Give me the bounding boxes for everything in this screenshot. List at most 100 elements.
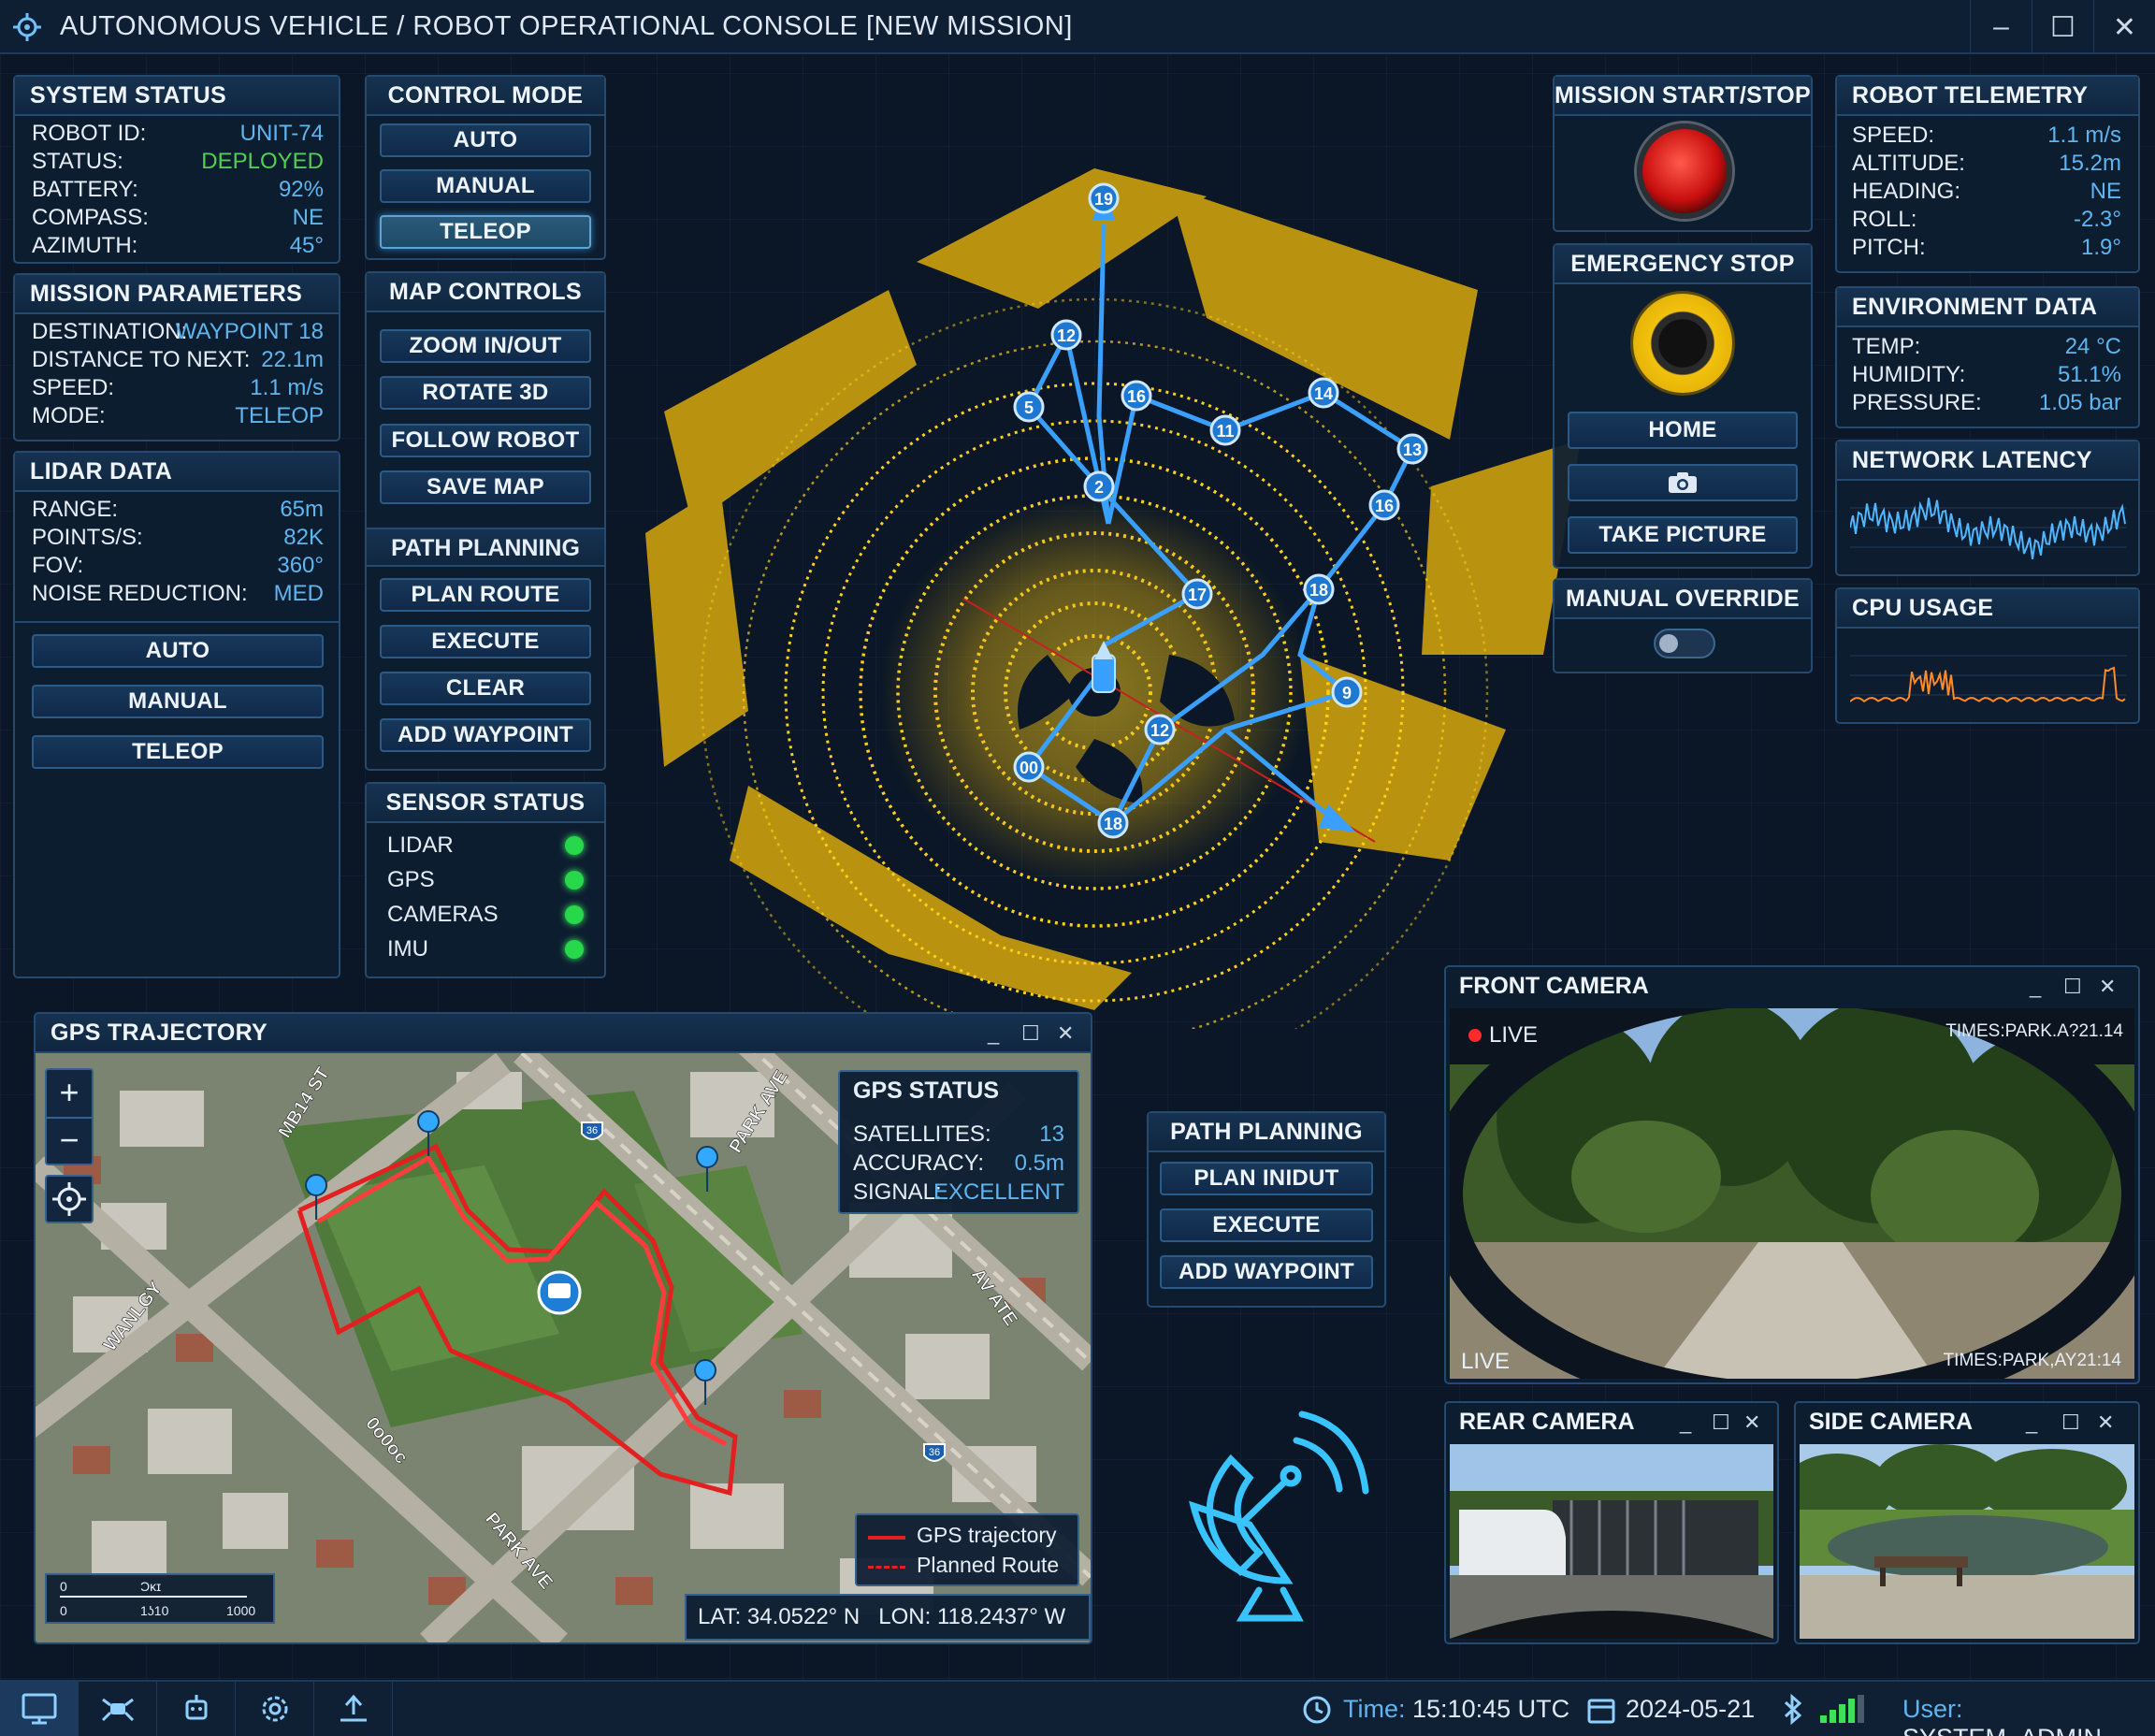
taskbar-settings-icon[interactable] [236,1682,314,1736]
minimize-icon[interactable]: _ [988,1014,999,1053]
mode-auto-button[interactable]: AUTO [380,123,591,157]
minimize-icon[interactable]: _ [2026,1403,2037,1442]
save-map-button[interactable]: SAVE MAP [380,470,591,504]
minimize-icon[interactable]: _ [2030,967,2041,1006]
environment-list: TEMP: 24 °C HUMIDITY: 51.1% PRESSURE: 1.05 … [1852,333,2121,419]
live-badge: LIVE [1461,1020,1548,1051]
waypoint-badge[interactable]: 5 [1013,391,1045,423]
locate-icon[interactable] [45,1175,94,1223]
kv-key: COMPASS: [32,205,149,230]
time-value: 15:10:45 UTC [1412,1695,1570,1723]
add-waypoint-button-2[interactable]: ADD WAYPOINT [1160,1255,1373,1289]
maximize-icon[interactable]: ☐ [2032,0,2093,54]
kv-key: FOV: [32,553,84,578]
waypoint-badge[interactable]: 12 [1144,714,1176,745]
scale-label: 0 [60,1579,67,1594]
waypoint-badge[interactable]: 18 [1303,573,1335,605]
close-icon[interactable]: ✕ [1057,1014,1074,1053]
front-camera-feed[interactable] [1450,1008,2134,1379]
scale-bar [60,1596,247,1598]
taskbar-upload-icon[interactable] [314,1682,393,1736]
waypoint-badge[interactable]: 11 [1209,414,1241,446]
front-camera-panel: FRONT CAMERA _ ☐ ✕ LIVE TIMES:PARK.A?21.… [1444,965,2140,1384]
close-icon[interactable]: ✕ [2093,0,2155,54]
close-icon[interactable]: ✕ [2099,967,2116,1006]
clock-icon [1303,1696,1331,1724]
emergency-stop-button[interactable] [1633,294,1732,393]
waypoint-badge[interactable]: 13 [1396,433,1428,465]
zoom-in-icon[interactable]: + [47,1070,92,1117]
live-label-bottom: LIVE [1461,1349,1511,1374]
zoom-button[interactable]: ZOOM IN/OUT [380,329,591,363]
taskbar-console-icon[interactable] [0,1682,79,1736]
waypoint-badge[interactable]: 16 [1368,489,1400,521]
maximize-icon[interactable]: ☐ [1021,1014,1040,1053]
system-status-panel: SYSTEM STATUS ROBOT ID: UNIT-74 STATUS: DE… [13,75,340,264]
panel-title: MISSION PARAMETERS [15,275,339,314]
add-waypoint-button[interactable]: ADD WAYPOINT [380,718,591,752]
kv-value: 92% [278,177,324,202]
waypoint-badge[interactable]: 17 [1181,578,1213,610]
camera-button[interactable] [1568,464,1798,501]
kv-key: PITCH: [1852,235,1926,260]
control-mode-panel: CONTROL MODE AUTO MANUAL TELEOP [365,75,606,260]
mission-start-stop-button[interactable] [1637,123,1732,219]
close-icon[interactable]: ✕ [2097,1403,2114,1442]
maximize-icon[interactable]: ☐ [1712,1403,1730,1442]
map-legend: GPS trajectory Planned Route [855,1513,1079,1586]
system-status-list: ROBOT ID: UNIT-74 STATUS: DEPLOYED BATTERY… [32,80,324,258]
kv-value: 13 [1039,1121,1064,1147]
follow-robot-button[interactable]: FOLLOW ROBOT [380,424,591,457]
take-picture-button[interactable]: TAKE PICTURE [1568,516,1798,554]
zoom-out-icon[interactable]: − [47,1117,92,1164]
kv-value: 1.05 bar [2038,390,2121,415]
waypoint-badge[interactable]: 9 [1331,676,1363,708]
rear-camera-panel: REAR CAMERA _ ☐ ✕ [1444,1401,1779,1644]
kv-key: ROLL: [1852,207,1917,232]
waypoint-badge[interactable]: 14 [1308,377,1339,409]
lidar-teleop-button[interactable]: TELEOP [32,735,324,769]
mode-manual-button[interactable]: MANUAL [380,169,591,203]
waypoint-badge[interactable]: 00 [1013,751,1045,783]
override-toggle[interactable] [1654,629,1715,658]
scale-label: 1ʖ10 [140,1603,169,1618]
kv-value: 24 °C [2064,334,2121,359]
cpu-usage-sparkline [1850,636,2127,715]
status-led-icon [565,940,584,959]
kv-key: AZIMUTH: [32,233,138,258]
minimize-icon[interactable]: – [1970,0,2032,54]
side-camera-feed[interactable] [1800,1444,2134,1639]
execute-button[interactable]: EXECUTE [380,625,591,658]
timestamp-bottom: TIMES:PARK,AY21:14 [1943,1351,2121,1370]
waypoint-badge[interactable]: 2 [1083,470,1115,502]
waypoint-badge[interactable]: 18 [1097,807,1129,839]
taskbar-drone-icon[interactable] [79,1682,157,1736]
waypoint-badge[interactable]: 16 [1121,380,1152,412]
waypoint-badge[interactable]: 19 [1088,182,1120,214]
clear-button[interactable]: CLEAR [380,672,591,705]
kv-key: MODE: [32,403,106,428]
sensor-label-gps: GPS [387,867,435,892]
window-title: AUTONOMOUS VEHICLE / ROBOT OPERATIONAL C… [60,11,1073,41]
panel-title: GPS TRAJECTORY [36,1014,1091,1053]
kv-key: SIGNAL: [853,1179,942,1205]
taskbar-robot-icon[interactable] [157,1682,236,1736]
maximize-icon[interactable]: ☐ [2063,967,2082,1006]
home-button[interactable]: HOME [1568,412,1798,449]
maximize-icon[interactable]: ☐ [2061,1403,2080,1442]
bluetooth-icon[interactable] [1781,1693,1805,1727]
rear-camera-feed[interactable] [1450,1444,1773,1639]
plan-route-button[interactable]: PLAN ROUTE [380,578,591,612]
lidar-auto-button[interactable]: AUTO [32,634,324,668]
waypoint-badge[interactable]: 12 [1050,319,1082,351]
lidar-point-cloud-view[interactable]: 19 12 16 14 5 11 13 2 16 17 18 9 12 00 18 [608,131,1599,1029]
network-latency-sparkline [1850,488,2127,567]
lidar-manual-button[interactable]: MANUAL [32,685,324,718]
execute-button-2[interactable]: EXECUTE [1160,1208,1373,1242]
user-label: User: [1902,1695,1963,1723]
close-icon[interactable]: ✕ [1743,1403,1760,1442]
plan-input-button[interactable]: PLAN INIDUT [1160,1162,1373,1195]
rotate-3d-button[interactable]: ROTATE 3D [380,376,591,410]
minimize-icon[interactable]: _ [1680,1403,1691,1442]
mode-teleop-button[interactable]: TELEOP [380,215,591,249]
